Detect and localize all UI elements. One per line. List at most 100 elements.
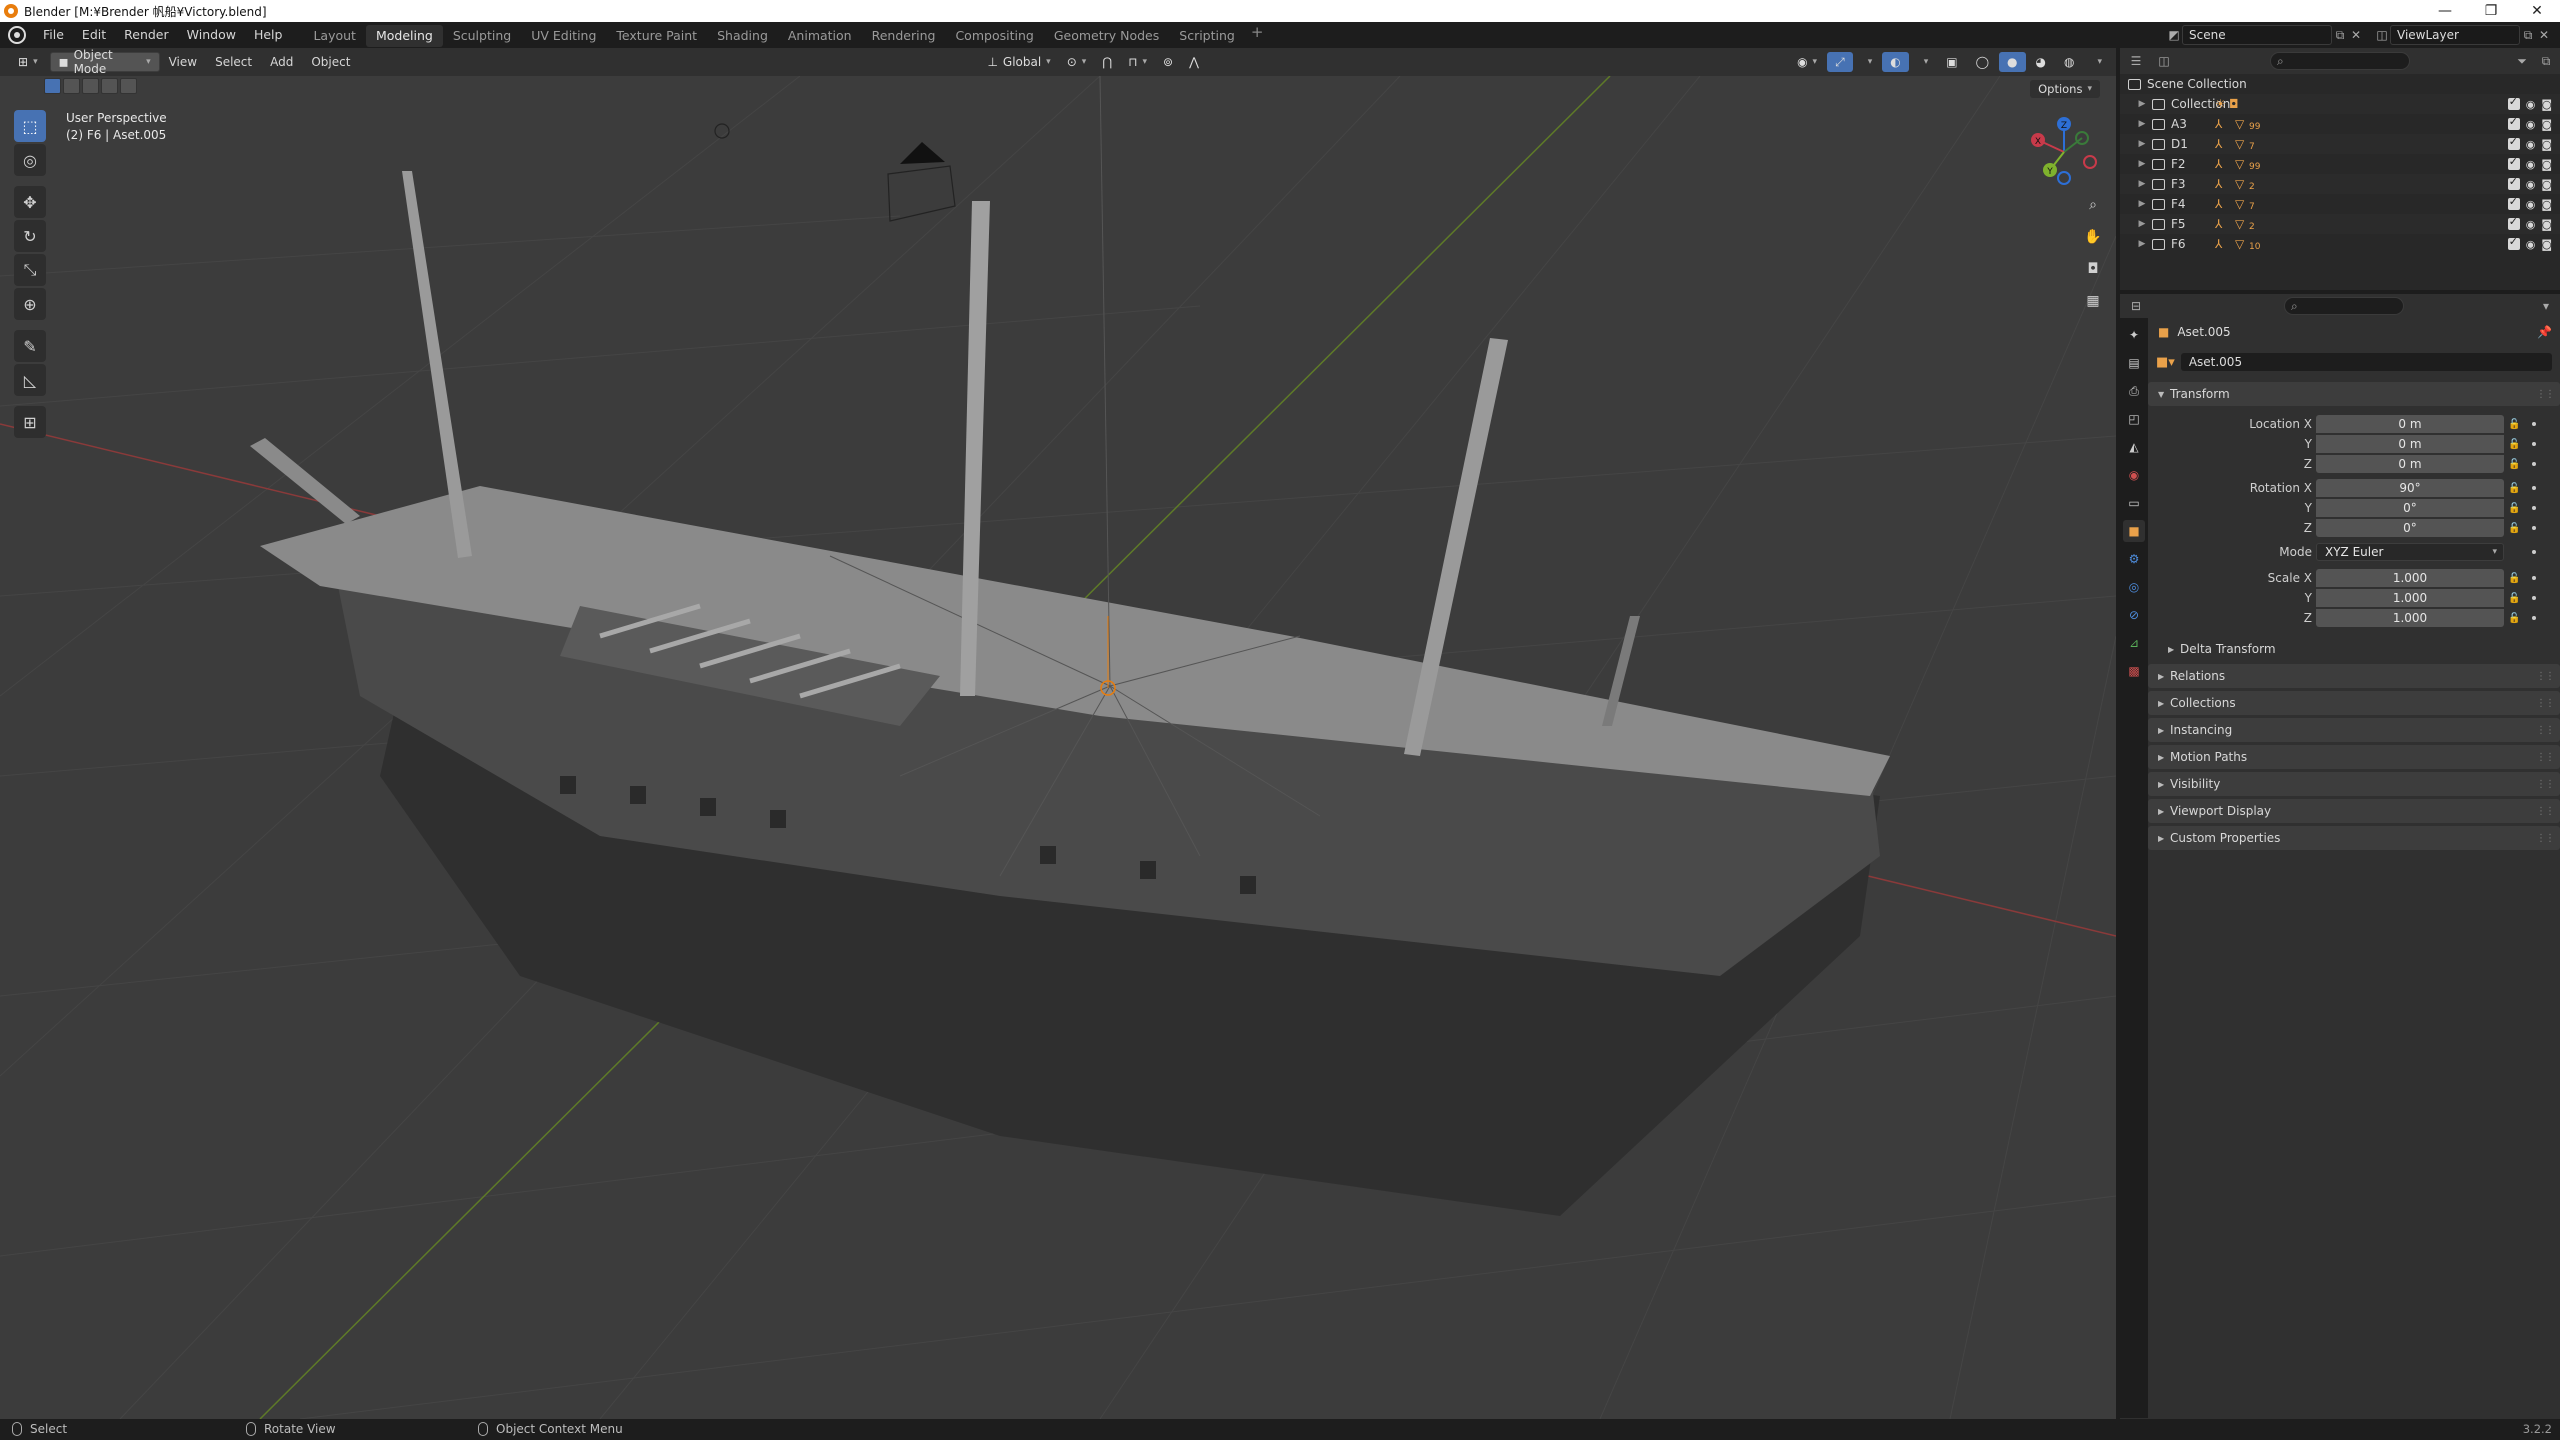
exclude-checkbox[interactable] — [2507, 195, 2520, 210]
render-camera-icon[interactable]: ◙ — [2541, 118, 2552, 131]
render-camera-icon[interactable]: ◙ — [2541, 138, 2552, 151]
outliner-row[interactable]: ▶ D1 ⅄ ▽ 7 ◉ ◙ — [2120, 134, 2560, 154]
drag-handle-icon[interactable]: ⋮⋮ — [2536, 806, 2555, 817]
view-layer-tab-icon[interactable]: ◰ — [2123, 408, 2145, 430]
menu-file[interactable]: File — [34, 22, 73, 48]
keyframe-dot-icon[interactable] — [2532, 596, 2536, 600]
panel-visibility[interactable]: ▶ Visibility ⋮⋮ — [2148, 772, 2560, 796]
outliner-editor-type-icon[interactable]: ☰ — [2128, 53, 2144, 69]
scale-y-field[interactable]: 1.000 — [2316, 589, 2504, 607]
keyframe-dot-icon[interactable] — [2532, 462, 2536, 466]
lock-icon[interactable]: 🔓 — [2508, 503, 2520, 514]
new-view-layer-icon[interactable]: ⧉ — [2520, 27, 2536, 43]
outliner-row[interactable]: ▶ F6 ⅄ ▽ 10 ◉ ◙ — [2120, 234, 2560, 254]
scene-tab-icon[interactable]: ◭ — [2123, 436, 2145, 458]
panel-motion-paths[interactable]: ▶ Motion Paths ⋮⋮ — [2148, 745, 2560, 769]
scene-icon[interactable]: ◩ — [2166, 27, 2182, 43]
render-camera-icon[interactable]: ◙ — [2541, 158, 2552, 171]
drag-handle-icon[interactable]: ⋮⋮ — [2536, 671, 2555, 682]
panel-relations[interactable]: ▶ Relations ⋮⋮ — [2148, 664, 2560, 688]
modifiers-tab-icon[interactable]: ⚙ — [2123, 548, 2145, 570]
eye-icon[interactable]: ◉ — [2526, 158, 2536, 171]
shading-dropdown[interactable]: ▾ — [2084, 52, 2110, 72]
rotation-mode-dropdown[interactable]: XYZ Euler ▾ — [2316, 543, 2504, 561]
select-mode-extend[interactable] — [63, 78, 80, 94]
filter-icon[interactable]: ⏷ — [2514, 53, 2530, 69]
new-scene-icon[interactable]: ⧉ — [2332, 27, 2348, 43]
exclude-checkbox[interactable] — [2507, 95, 2520, 110]
keyframe-dot-icon[interactable] — [2532, 506, 2536, 510]
tab-modeling[interactable]: Modeling — [365, 25, 443, 47]
eye-icon[interactable]: ◉ — [2526, 98, 2536, 111]
annotate-tool[interactable]: ✎ — [14, 330, 46, 362]
transform-tool[interactable]: ⊕ — [14, 288, 46, 320]
pivot-point-button[interactable]: ⊙ ▾ — [1059, 52, 1095, 72]
navigation-gizmo[interactable]: Z X Y — [2024, 112, 2104, 192]
visibility-filter-button[interactable]: ◉ ▾ — [1789, 52, 1825, 72]
menu-render[interactable]: Render — [115, 22, 178, 48]
tab-texture-paint[interactable]: Texture Paint — [606, 25, 707, 47]
pan-hand-icon[interactable]: ✋ — [2080, 224, 2106, 250]
chevron-down-icon[interactable]: ▾ — [2538, 298, 2554, 314]
properties-editor-type-icon[interactable]: ⊟ — [2128, 298, 2144, 314]
exclude-checkbox[interactable] — [2507, 235, 2520, 250]
delta-transform-subpanel[interactable]: ▶ Delta Transform — [2158, 638, 2560, 660]
eye-icon[interactable]: ◉ — [2526, 138, 2536, 151]
close-button[interactable]: ✕ — [2514, 0, 2560, 22]
outliner-row[interactable]: ▶ F2 ⅄ ▽ 99 ◉ ◙ — [2120, 154, 2560, 174]
gizmo-dropdown[interactable]: ▾ — [1855, 52, 1881, 72]
select-mode-intersect[interactable] — [120, 78, 137, 94]
properties-search-input[interactable]: ⌕ — [2284, 297, 2404, 315]
select-box-tool[interactable]: ⬚ — [14, 110, 46, 142]
lock-icon[interactable]: 🔓 — [2508, 419, 2520, 430]
panel-custom-properties[interactable]: ▶ Custom Properties ⋮⋮ — [2148, 826, 2560, 850]
disclosure-triangle-icon[interactable]: ▶ — [2136, 119, 2148, 129]
disclosure-triangle-icon[interactable]: ▶ — [2136, 239, 2148, 249]
new-collection-icon[interactable]: ⧉ — [2538, 53, 2554, 69]
select-mode-subtract[interactable] — [82, 78, 99, 94]
add-cube-tool[interactable]: ⊞ — [14, 406, 46, 438]
drag-handle-icon[interactable]: ⋮⋮ — [2536, 833, 2555, 844]
lock-icon[interactable]: 🔓 — [2508, 523, 2520, 534]
menu-object[interactable]: Object — [302, 55, 359, 69]
disclosure-triangle-icon[interactable]: ▶ — [2136, 199, 2148, 209]
scale-z-field[interactable]: 1.000 — [2316, 609, 2504, 627]
falloff-button[interactable]: ⋀ — [1181, 52, 1207, 72]
disclosure-triangle-icon[interactable]: ▶ — [2136, 179, 2148, 189]
outliner-row[interactable]: ▶ Collection☀◘ ◉ ◙ — [2120, 94, 2560, 114]
drag-handle-icon[interactable]: ⋮⋮ — [2536, 698, 2555, 709]
data-tab-icon[interactable]: ⊿ — [2123, 632, 2145, 654]
object-name-input[interactable]: Aset.005 — [2180, 353, 2552, 371]
measure-tool[interactable]: ◺ — [14, 364, 46, 396]
drag-handle-icon[interactable]: ⋮⋮ — [2536, 725, 2555, 736]
render-camera-icon[interactable]: ◙ — [2541, 198, 2552, 211]
drag-handle-icon[interactable]: ⋮⋮ — [2536, 752, 2555, 763]
panel-collections[interactable]: ▶ Collections ⋮⋮ — [2148, 691, 2560, 715]
transform-orientation-dropdown[interactable]: ⊥ Global ▾ — [979, 52, 1058, 72]
rotation-z-field[interactable]: 0° — [2316, 519, 2504, 537]
keyframe-dot-icon[interactable] — [2532, 422, 2536, 426]
drag-handle-icon[interactable]: ⋮⋮ — [2536, 389, 2555, 400]
exclude-checkbox[interactable] — [2507, 115, 2520, 130]
display-mode-icon[interactable]: ◫ — [2156, 53, 2172, 69]
lock-icon[interactable]: 🔓 — [2508, 439, 2520, 450]
tab-scripting[interactable]: Scripting — [1169, 25, 1245, 47]
overlay-toggle[interactable]: ◐ — [1882, 52, 1909, 72]
xray-toggle[interactable]: ▣ — [1938, 52, 1965, 72]
exclude-checkbox[interactable] — [2507, 175, 2520, 190]
shading-rendered[interactable]: ◍ — [2056, 52, 2082, 72]
menu-view[interactable]: View — [160, 55, 206, 69]
rotate-tool[interactable]: ↻ — [14, 220, 46, 252]
add-workspace-button[interactable]: + — [1245, 23, 1270, 47]
drag-handle-icon[interactable]: ⋮⋮ — [2536, 779, 2555, 790]
camera-view-icon[interactable]: ◘ — [2080, 256, 2106, 282]
object-tab-icon[interactable]: ■ — [2123, 520, 2145, 542]
outliner-row[interactable]: ▶ F5 ⅄ ▽ 2 ◉ ◙ — [2120, 214, 2560, 234]
render-camera-icon[interactable]: ◙ — [2541, 178, 2552, 191]
gizmo-toggle[interactable]: ⤢ — [1827, 52, 1853, 72]
menu-edit[interactable]: Edit — [73, 22, 115, 48]
keyframe-dot-icon[interactable] — [2532, 576, 2536, 580]
constraints-tab-icon[interactable]: ⊘ — [2123, 604, 2145, 626]
collection-tab-icon[interactable]: ▭ — [2123, 492, 2145, 514]
scale-tool[interactable]: ⤡ — [14, 254, 46, 286]
